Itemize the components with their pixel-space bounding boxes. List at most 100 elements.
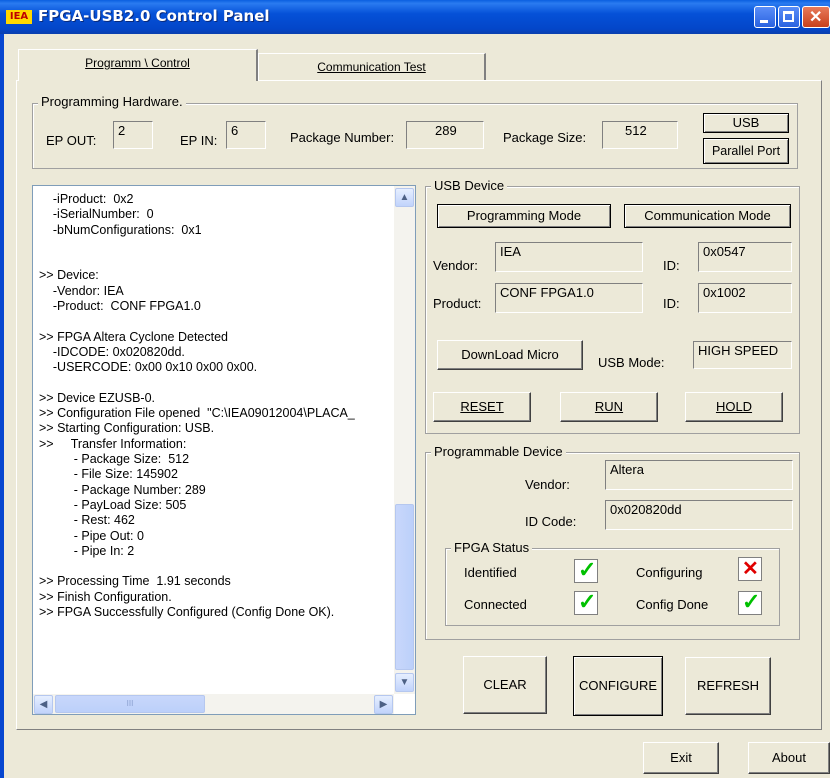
window-frame xyxy=(0,34,4,778)
run-button[interactable]: RUN xyxy=(560,392,658,422)
log-textarea[interactable]: -iProduct: 0x2 -iSerialNumber: 0 -bNumCo… xyxy=(32,185,416,715)
log-line: >> Finish Configuration. xyxy=(39,589,172,604)
product-id-field[interactable]: 0x1002 xyxy=(698,283,792,313)
scroll-thumb[interactable] xyxy=(395,504,414,670)
product-id-label: ID: xyxy=(663,296,680,311)
vendor-id-label: ID: xyxy=(663,258,680,273)
communication-mode-button[interactable]: Communication Mode xyxy=(624,204,791,228)
ep-in-field[interactable]: 6 xyxy=(226,121,266,149)
configure-button[interactable]: CONFIGURE xyxy=(573,656,663,716)
product-field[interactable]: CONF FPGA1.0 xyxy=(495,283,643,313)
package-size-field[interactable]: 512 xyxy=(602,121,678,149)
vendor-field[interactable]: IEA xyxy=(495,242,643,272)
reset-label: RESET xyxy=(460,399,504,414)
programming-mode-button[interactable]: Programming Mode xyxy=(437,204,611,228)
package-number-field[interactable]: 289 xyxy=(406,121,484,149)
download-micro-button[interactable]: DownLoad Micro xyxy=(437,340,583,370)
about-button[interactable]: About xyxy=(748,742,830,774)
log-line: -IDCODE: 0x020820dd. xyxy=(39,344,185,359)
close-icon[interactable] xyxy=(802,6,830,28)
package-number-label: Package Number: xyxy=(290,130,395,145)
ep-in-label: EP IN: xyxy=(180,133,218,148)
ep-out-field[interactable]: 2 xyxy=(113,121,153,149)
log-line: -bNumConfigurations: 0x1 xyxy=(39,222,202,237)
parallel-port-button[interactable]: Parallel Port xyxy=(703,138,789,164)
refresh-button[interactable]: REFRESH xyxy=(685,657,771,715)
log-line: >> Device: xyxy=(39,268,99,283)
hold-button[interactable]: HOLD xyxy=(685,392,783,422)
log-line: >> Starting Configuration: USB. xyxy=(39,421,215,436)
usb-mode-field[interactable]: HIGH SPEED xyxy=(693,341,792,369)
connected-check-icon xyxy=(574,589,598,615)
pd-vendor-label: Vendor: xyxy=(525,477,570,492)
log-line: - Package Number: 289 xyxy=(39,482,206,497)
log-line: >> Configuration File opened "C:\IEA0901… xyxy=(39,406,355,421)
programmable-device-title: Programmable Device xyxy=(431,444,566,459)
id-code-label: ID Code: xyxy=(525,514,577,529)
log-line: -USERCODE: 0x00 0x10 0x00 0x00. xyxy=(39,360,258,375)
log-line: -Vendor: IEA xyxy=(39,283,124,298)
config-done-check-icon xyxy=(738,589,762,615)
identified-label: Identified xyxy=(464,565,517,580)
usb-mode-label: USB Mode: xyxy=(598,355,665,370)
tab-programm-control[interactable]: Programm \ Control xyxy=(18,49,258,81)
download-micro-label: DownLoad Micro xyxy=(461,347,559,362)
id-code-field[interactable]: 0x020820dd xyxy=(605,500,793,530)
run-label: RUN xyxy=(594,399,624,414)
hscroll-thumb[interactable]: III xyxy=(55,695,205,713)
usb-device-title: USB Device xyxy=(431,178,508,193)
configuring-cross-icon xyxy=(738,556,762,581)
tab-label: Programm \ Control xyxy=(85,56,190,70)
package-size-label: Package Size: xyxy=(503,130,587,145)
vendor-id-field[interactable]: 0x0547 xyxy=(698,242,792,272)
log-line: >> Processing Time 1.91 seconds xyxy=(39,574,231,589)
scroll-up-icon[interactable]: ▲ xyxy=(395,188,414,207)
scroll-down-icon[interactable]: ▼ xyxy=(395,673,414,692)
config-done-label: Config Done xyxy=(636,597,709,612)
log-line: -Product: CONF FPGA1.0 xyxy=(39,299,201,314)
log-line: - Pipe Out: 0 xyxy=(39,528,144,543)
configuring-label: Configuring xyxy=(636,565,703,580)
tab-communication-test[interactable]: Communication Test xyxy=(258,53,486,81)
log-line: - Rest: 462 xyxy=(39,513,135,528)
log-line: >> FPGA Successfully Configured (Config … xyxy=(39,605,335,620)
vertical-scrollbar[interactable]: ▲ ▼ xyxy=(394,186,415,694)
reset-button[interactable]: RESET xyxy=(433,392,531,422)
fpga-status-group xyxy=(445,548,780,626)
log-line: - PayLoad Size: 505 xyxy=(39,497,187,512)
log-line: - File Size: 145902 xyxy=(39,467,178,482)
scroll-right-icon[interactable]: ▶ xyxy=(374,695,393,714)
product-label: Product: xyxy=(433,296,482,311)
exit-button[interactable]: Exit xyxy=(643,742,719,774)
ep-out-label: EP OUT: xyxy=(46,133,97,148)
log-line: - Pipe In: 2 xyxy=(39,543,135,558)
window-title: FPGA-USB2.0 Control Panel xyxy=(38,7,270,25)
log-line: -iSerialNumber: 0 xyxy=(39,207,154,222)
programming-hardware-title: Programming Hardware. xyxy=(38,94,186,109)
identified-check-icon xyxy=(574,557,598,583)
fpga-status-title: FPGA Status xyxy=(451,540,533,555)
connected-label: Connected xyxy=(464,597,527,612)
minimize-icon[interactable] xyxy=(754,6,776,28)
maximize-icon[interactable] xyxy=(778,6,800,28)
hold-label: HOLD xyxy=(715,399,753,414)
pd-vendor-field[interactable]: Altera xyxy=(605,460,793,490)
log-line: - Package Size: 512 xyxy=(39,452,190,467)
vendor-label: Vendor: xyxy=(433,258,478,273)
app-icon: IEA xyxy=(6,10,32,24)
scroll-left-icon[interactable]: ◀ xyxy=(34,695,53,714)
log-line: -iProduct: 0x2 xyxy=(39,192,134,206)
tab-label: Communication Test xyxy=(317,60,426,74)
title-bar[interactable]: IEA FPGA-USB2.0 Control Panel xyxy=(0,0,830,34)
log-line: >> Device EZUSB-0. xyxy=(39,390,156,405)
horizontal-scrollbar[interactable]: ◀ III ▶ xyxy=(33,694,394,714)
usb-button[interactable]: USB xyxy=(703,113,789,133)
clear-button[interactable]: CLEAR xyxy=(463,656,547,714)
log-line: >> FPGA Altera Cyclone Detected xyxy=(39,329,228,344)
log-line: >> Transfer Information: xyxy=(39,436,187,451)
